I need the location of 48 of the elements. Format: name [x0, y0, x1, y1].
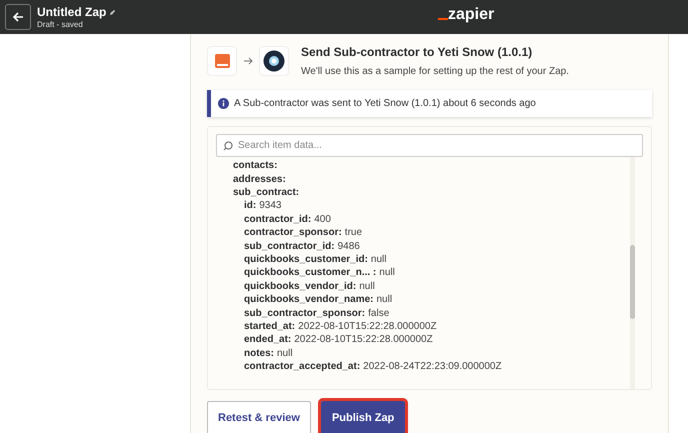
field-key: quickbooks_customer_id: [244, 252, 368, 267]
field-value: 2022-08-10T15:22:28.000000Z [298, 320, 437, 334]
field-key: contacts: [233, 158, 278, 174]
info-icon [218, 98, 229, 109]
field-key: sub_contractor_id: [244, 238, 335, 254]
pencil-icon[interactable] [109, 8, 116, 16]
field-value: 9343 [259, 199, 282, 214]
field-value: null [370, 252, 386, 267]
field-key: sub_contract: [233, 184, 300, 200]
field-value: false [368, 306, 390, 320]
field-value: 2022-08-10T15:22:28.000000Z [294, 333, 433, 348]
field-value: null [277, 346, 293, 361]
field-value: null [379, 266, 395, 280]
step-description: We'll use this as a sample for setting up the rest of your Zap. [301, 65, 569, 79]
field-key: contractor_accepted_at: [244, 359, 360, 374]
arrow-icon [243, 56, 253, 66]
zapier-logo: zapier [438, 7, 494, 24]
field-value: null [376, 293, 392, 308]
search-input: Search item data... [238, 138, 636, 153]
field-key: notes: [244, 346, 274, 361]
field-value: 400 [314, 212, 331, 227]
field-key: addresses: [233, 172, 286, 187]
field-key: ended_at: [244, 332, 292, 348]
field-key: started_at: [244, 318, 296, 334]
field-key: id: [244, 198, 256, 214]
field-key: quickbooks_vendor_id: [244, 278, 356, 294]
field-value: 9486 [338, 240, 360, 254]
banner-message: A Sub-contractor was sent to Yeti Snow (1.0.1) about 6 seconds ago [234, 97, 536, 111]
field-key: contractor_id: [244, 212, 312, 227]
zap-title: Untitled Zap [37, 4, 106, 20]
field-value: 2022-08-24T22:23:09.000000Z [363, 360, 502, 374]
action-app-icon [259, 46, 289, 76]
step-title: Send Sub-contractor to Yeti Snow (1.0.1) [301, 44, 534, 61]
field-key: sub_contractor_sponsor: [244, 306, 366, 320]
field-key: quickbooks_vendor_name: [244, 292, 374, 308]
field-value: true [344, 226, 362, 240]
field-value: null [359, 280, 375, 294]
field-key: contractor_sponsor: [244, 225, 342, 240]
trigger-app-icon [207, 46, 237, 76]
scrollbar[interactable] [630, 157, 635, 389]
back-arrow-icon [12, 11, 24, 23]
save-status: Draft - saved [37, 20, 84, 30]
retest-button[interactable]: Retest & review [207, 401, 311, 433]
field-key: quickbooks_customer_n... : [244, 265, 376, 280]
search-icon [223, 140, 233, 150]
search-field[interactable]: Search item data... [216, 134, 643, 157]
back-button[interactable] [5, 4, 31, 30]
publish-button[interactable]: Publish Zap [320, 401, 406, 433]
